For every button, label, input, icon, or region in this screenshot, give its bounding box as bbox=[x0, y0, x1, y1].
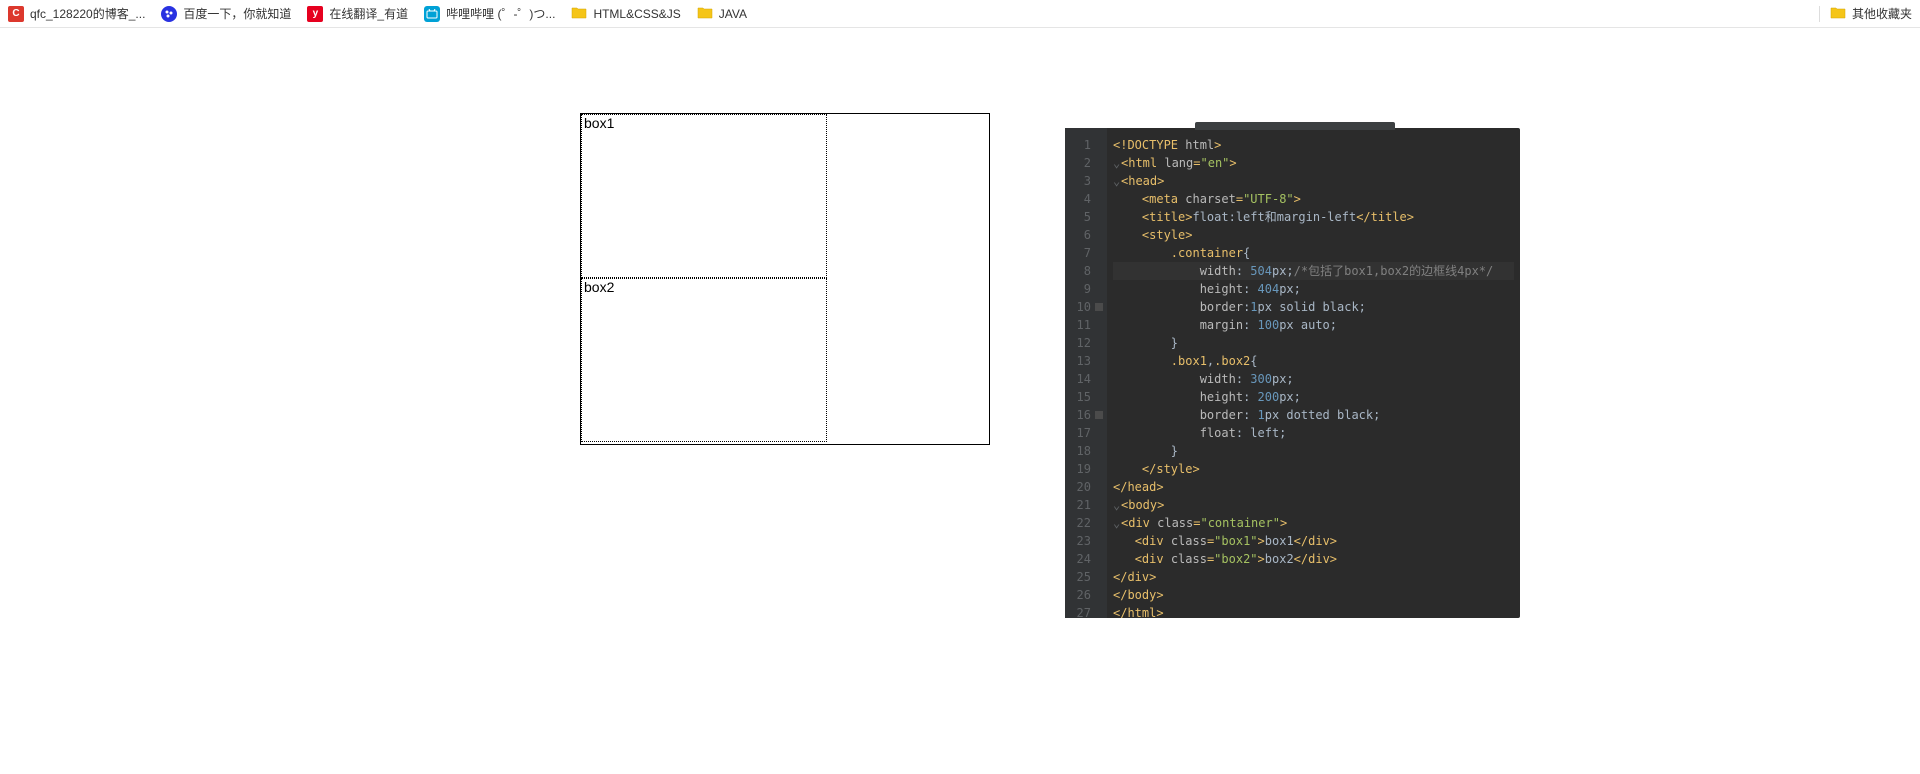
bookmark-label: 在线翻译_有道 bbox=[329, 5, 408, 22]
code-line[interactable]: ⌄<html lang="en"> bbox=[1113, 154, 1514, 172]
line-number[interactable]: 2 bbox=[1065, 154, 1103, 172]
code-line[interactable]: border:1px solid black; bbox=[1113, 298, 1514, 316]
folder-icon bbox=[571, 5, 587, 22]
folder-icon bbox=[697, 5, 713, 22]
bookmarks-right: 其他收藏夹 bbox=[1819, 5, 1912, 22]
code-line[interactable]: <div class="box1">box1</div> bbox=[1113, 532, 1514, 550]
code-line[interactable]: <title>float:left和margin-left</title> bbox=[1113, 208, 1514, 226]
bookmark-bilibili[interactable]: 哔哩哔哩 (゜-゜)つ... bbox=[424, 5, 555, 22]
code-line[interactable]: height: 404px; bbox=[1113, 280, 1514, 298]
code-editor[interactable]: 1234567891011121314151617181920212223242… bbox=[1065, 128, 1520, 618]
bookmark-label: HTML&CSS&JS bbox=[593, 7, 680, 21]
code-line[interactable]: </html> bbox=[1113, 604, 1514, 618]
demo-box2: box2 bbox=[581, 278, 827, 442]
line-number[interactable]: 12 bbox=[1065, 334, 1103, 352]
code-line[interactable]: width: 300px; bbox=[1113, 370, 1514, 388]
bookmarks-bar: C qfc_128220的博客_... 百度一下，你就知道 y 在线翻译_有道 … bbox=[0, 0, 1920, 28]
editor-code[interactable]: <!DOCTYPE html>⌄<html lang="en">⌄<head> … bbox=[1107, 128, 1520, 618]
line-number[interactable]: 26 bbox=[1065, 586, 1103, 604]
bookmark-label: 其他收藏夹 bbox=[1852, 5, 1912, 22]
line-number[interactable]: 25 bbox=[1065, 568, 1103, 586]
bookmark-folder-htmlcssjs[interactable]: HTML&CSS&JS bbox=[571, 5, 680, 22]
code-line[interactable]: <style> bbox=[1113, 226, 1514, 244]
line-number[interactable]: 18 bbox=[1065, 442, 1103, 460]
content-area: box1 box2 123456789101112131415161718192… bbox=[0, 28, 1920, 774]
line-number[interactable]: 8 bbox=[1065, 262, 1103, 280]
bookmark-label: 百度一下，你就知道 bbox=[183, 5, 291, 22]
youdao-icon: y bbox=[307, 6, 323, 22]
code-line[interactable]: .container{ bbox=[1113, 244, 1514, 262]
line-number[interactable]: 7 bbox=[1065, 244, 1103, 262]
code-line[interactable]: border: 1px dotted black; bbox=[1113, 406, 1514, 424]
code-line[interactable]: <div class="box2">box2</div> bbox=[1113, 550, 1514, 568]
line-number[interactable]: 16 bbox=[1065, 406, 1103, 424]
line-number[interactable]: 1 bbox=[1065, 136, 1103, 154]
bookmark-label: JAVA bbox=[719, 7, 747, 21]
separator bbox=[1819, 6, 1820, 22]
code-line[interactable]: margin: 100px auto; bbox=[1113, 316, 1514, 334]
line-number[interactable]: 19 bbox=[1065, 460, 1103, 478]
line-number[interactable]: 24 bbox=[1065, 550, 1103, 568]
line-number[interactable]: 9 bbox=[1065, 280, 1103, 298]
editor-gutter: 1234567891011121314151617181920212223242… bbox=[1065, 128, 1107, 618]
bookmark-youdao[interactable]: y 在线翻译_有道 bbox=[307, 5, 408, 22]
bookmark-qfc[interactable]: C qfc_128220的博客_... bbox=[8, 5, 145, 22]
line-number[interactable]: 5 bbox=[1065, 208, 1103, 226]
bookmark-folder-java[interactable]: JAVA bbox=[697, 5, 747, 22]
code-line[interactable]: </style> bbox=[1113, 460, 1514, 478]
code-line[interactable]: ⌄<div class="container"> bbox=[1113, 514, 1514, 532]
code-line[interactable]: } bbox=[1113, 334, 1514, 352]
demo-container: box1 box2 bbox=[580, 113, 990, 445]
csdn-icon: C bbox=[8, 6, 24, 22]
code-line[interactable]: ⌄<body> bbox=[1113, 496, 1514, 514]
line-number[interactable]: 27 bbox=[1065, 604, 1103, 622]
demo-box1: box1 bbox=[581, 114, 827, 278]
bilibili-icon bbox=[424, 6, 440, 22]
bookmarks-left: C qfc_128220的博客_... 百度一下，你就知道 y 在线翻译_有道 … bbox=[8, 5, 747, 22]
bookmark-label: qfc_128220的博客_... bbox=[30, 5, 145, 22]
line-number[interactable]: 22 bbox=[1065, 514, 1103, 532]
code-line[interactable]: </div> bbox=[1113, 568, 1514, 586]
bookmark-label: 哔哩哔哩 (゜-゜)つ... bbox=[446, 5, 555, 22]
line-number[interactable]: 13 bbox=[1065, 352, 1103, 370]
code-line[interactable]: </head> bbox=[1113, 478, 1514, 496]
folder-icon bbox=[1830, 5, 1846, 22]
code-line[interactable]: height: 200px; bbox=[1113, 388, 1514, 406]
bookmark-other-folder[interactable]: 其他收藏夹 bbox=[1830, 5, 1912, 22]
line-number[interactable]: 14 bbox=[1065, 370, 1103, 388]
code-line[interactable]: </body> bbox=[1113, 586, 1514, 604]
line-number[interactable]: 20 bbox=[1065, 478, 1103, 496]
line-number[interactable]: 21 bbox=[1065, 496, 1103, 514]
editor-tab-strip[interactable] bbox=[1195, 122, 1395, 130]
line-number[interactable]: 10 bbox=[1065, 298, 1103, 316]
code-line[interactable]: <!DOCTYPE html> bbox=[1113, 136, 1514, 154]
line-number[interactable]: 6 bbox=[1065, 226, 1103, 244]
line-number[interactable]: 11 bbox=[1065, 316, 1103, 334]
line-number[interactable]: 15 bbox=[1065, 388, 1103, 406]
code-line[interactable]: width: 504px;/*包括了box1,box2的边框线4px*/ bbox=[1113, 262, 1514, 280]
code-line[interactable]: } bbox=[1113, 442, 1514, 460]
line-number[interactable]: 4 bbox=[1065, 190, 1103, 208]
bookmark-baidu[interactable]: 百度一下，你就知道 bbox=[161, 5, 291, 22]
baidu-icon bbox=[161, 6, 177, 22]
line-number[interactable]: 23 bbox=[1065, 532, 1103, 550]
line-number[interactable]: 3 bbox=[1065, 172, 1103, 190]
code-line[interactable]: <meta charset="UTF-8"> bbox=[1113, 190, 1514, 208]
code-line[interactable]: ⌄<head> bbox=[1113, 172, 1514, 190]
line-number[interactable]: 17 bbox=[1065, 424, 1103, 442]
code-line[interactable]: .box1,.box2{ bbox=[1113, 352, 1514, 370]
code-line[interactable]: float: left; bbox=[1113, 424, 1514, 442]
